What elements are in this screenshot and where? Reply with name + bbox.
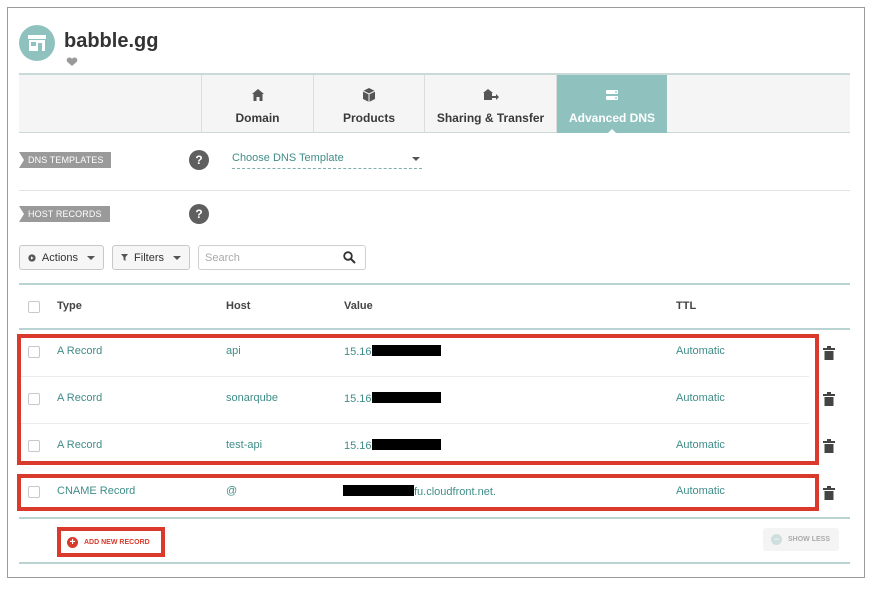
table-bottom-divider	[19, 517, 850, 519]
add-new-record-button[interactable]: + ADD NEW RECORD	[57, 527, 165, 557]
show-less-label: SHOW LESS	[788, 536, 831, 543]
column-header-host: Host	[226, 300, 251, 312]
filters-button-label: Filters	[134, 251, 164, 264]
row-checkbox[interactable]	[28, 346, 40, 358]
footer-divider	[19, 562, 850, 564]
tab-sharing-transfer[interactable]: Sharing & Transfer	[424, 75, 556, 133]
select-all-checkbox[interactable]	[28, 301, 40, 313]
dns-icon	[606, 90, 618, 100]
record-ttl[interactable]: Automatic	[676, 485, 725, 497]
filters-button[interactable]: Filters	[112, 245, 190, 270]
record-type[interactable]: A Record	[57, 392, 102, 404]
domain-title: babble.gg	[64, 30, 159, 52]
tab-advanced-dns-label: Advanced DNS	[568, 111, 656, 125]
chevron-down-icon	[412, 157, 420, 161]
table-row[interactable]: A Record api 15.16 Automatic	[19, 330, 850, 377]
box-icon	[362, 88, 376, 102]
home-icon	[251, 89, 264, 101]
record-host[interactable]: test-api	[226, 439, 262, 451]
search-box	[198, 245, 366, 270]
table-top-divider	[19, 283, 850, 285]
record-type[interactable]: A Record	[57, 439, 102, 451]
trash-icon[interactable]	[823, 439, 835, 453]
dns-templates-label: DNS TEMPLATES	[19, 152, 112, 168]
tab-advanced-dns[interactable]: Advanced DNS	[556, 75, 667, 134]
actions-button-label: Actions	[41, 251, 78, 264]
record-type[interactable]: CNAME Record	[57, 485, 135, 497]
tab-sharing-transfer-label: Sharing & Transfer	[436, 111, 545, 125]
record-ttl[interactable]: Automatic	[676, 439, 725, 451]
row-checkbox[interactable]	[28, 486, 40, 498]
column-header-type: Type	[57, 300, 82, 312]
host-records-label: HOST RECORDS	[19, 206, 110, 222]
column-header-ttl: TTL	[676, 300, 697, 312]
trash-icon[interactable]	[823, 346, 835, 360]
host-records-help-icon[interactable]: ?	[189, 204, 209, 224]
redaction-bar	[343, 485, 414, 496]
table-row[interactable]: A Record test-api 15.16 Automatic	[19, 424, 850, 471]
row-checkbox[interactable]	[28, 393, 40, 405]
actions-button[interactable]: Actions	[19, 245, 104, 270]
record-ttl[interactable]: Automatic	[676, 392, 725, 404]
chevron-down-icon	[173, 255, 181, 260]
funnel-icon	[121, 253, 129, 262]
table-row[interactable]: CNAME Record @ fu.cloudfront.net. Automa…	[19, 470, 850, 517]
play-circle-icon	[28, 253, 36, 262]
trash-icon[interactable]	[823, 392, 835, 406]
tab-products-label: Products	[342, 111, 395, 125]
share-transfer-icon	[482, 89, 499, 100]
record-ttl[interactable]: Automatic	[676, 345, 725, 357]
favorite-heart-icon[interactable]	[66, 57, 78, 67]
plus-icon: +	[67, 536, 78, 548]
record-value-visible: 15.16	[344, 440, 372, 452]
minus-icon: −	[771, 534, 782, 545]
tab-domain-label: Domain	[235, 111, 280, 125]
column-header-value: Value	[344, 300, 373, 312]
row-checkbox[interactable]	[28, 440, 40, 452]
divider	[19, 190, 850, 191]
record-host[interactable]: sonarqube	[226, 392, 278, 404]
search-input[interactable]	[199, 246, 329, 269]
record-value-visible: fu.cloudfront.net.	[414, 486, 496, 498]
record-type[interactable]: A Record	[57, 345, 102, 357]
dns-templates-help-icon[interactable]: ?	[189, 150, 209, 170]
tab-products[interactable]: Products	[313, 75, 424, 133]
active-tab-notch	[607, 129, 617, 134]
redaction-bar	[371, 345, 441, 356]
store-icon	[19, 25, 55, 61]
chevron-down-icon	[87, 255, 95, 260]
record-host[interactable]: @	[226, 485, 237, 497]
record-value-visible: 15.16	[344, 346, 372, 358]
add-new-record-label: ADD NEW RECORD	[84, 538, 150, 546]
record-value-visible: 15.16	[344, 393, 372, 405]
trash-icon[interactable]	[823, 486, 835, 500]
record-value[interactable]: 15.16	[344, 392, 441, 405]
redaction-bar	[371, 439, 441, 450]
table-row[interactable]: A Record sonarqube 15.16 Automatic	[19, 377, 850, 424]
search-icon[interactable]	[343, 251, 356, 264]
record-value[interactable]: 15.16	[344, 345, 441, 358]
record-host[interactable]: api	[226, 345, 241, 357]
show-less-button[interactable]: − SHOW LESS	[763, 528, 839, 551]
record-value[interactable]: fu.cloudfront.net.	[343, 485, 496, 498]
dns-template-select-value: Choose DNS Template	[232, 152, 344, 164]
dns-template-select[interactable]: Choose DNS Template	[232, 152, 422, 169]
record-value[interactable]: 15.16	[344, 439, 441, 452]
domain-tabbar: Domain Products Sharing & Transfer Advan…	[19, 73, 850, 134]
tab-domain[interactable]: Domain	[201, 75, 313, 133]
redaction-bar	[371, 392, 441, 403]
